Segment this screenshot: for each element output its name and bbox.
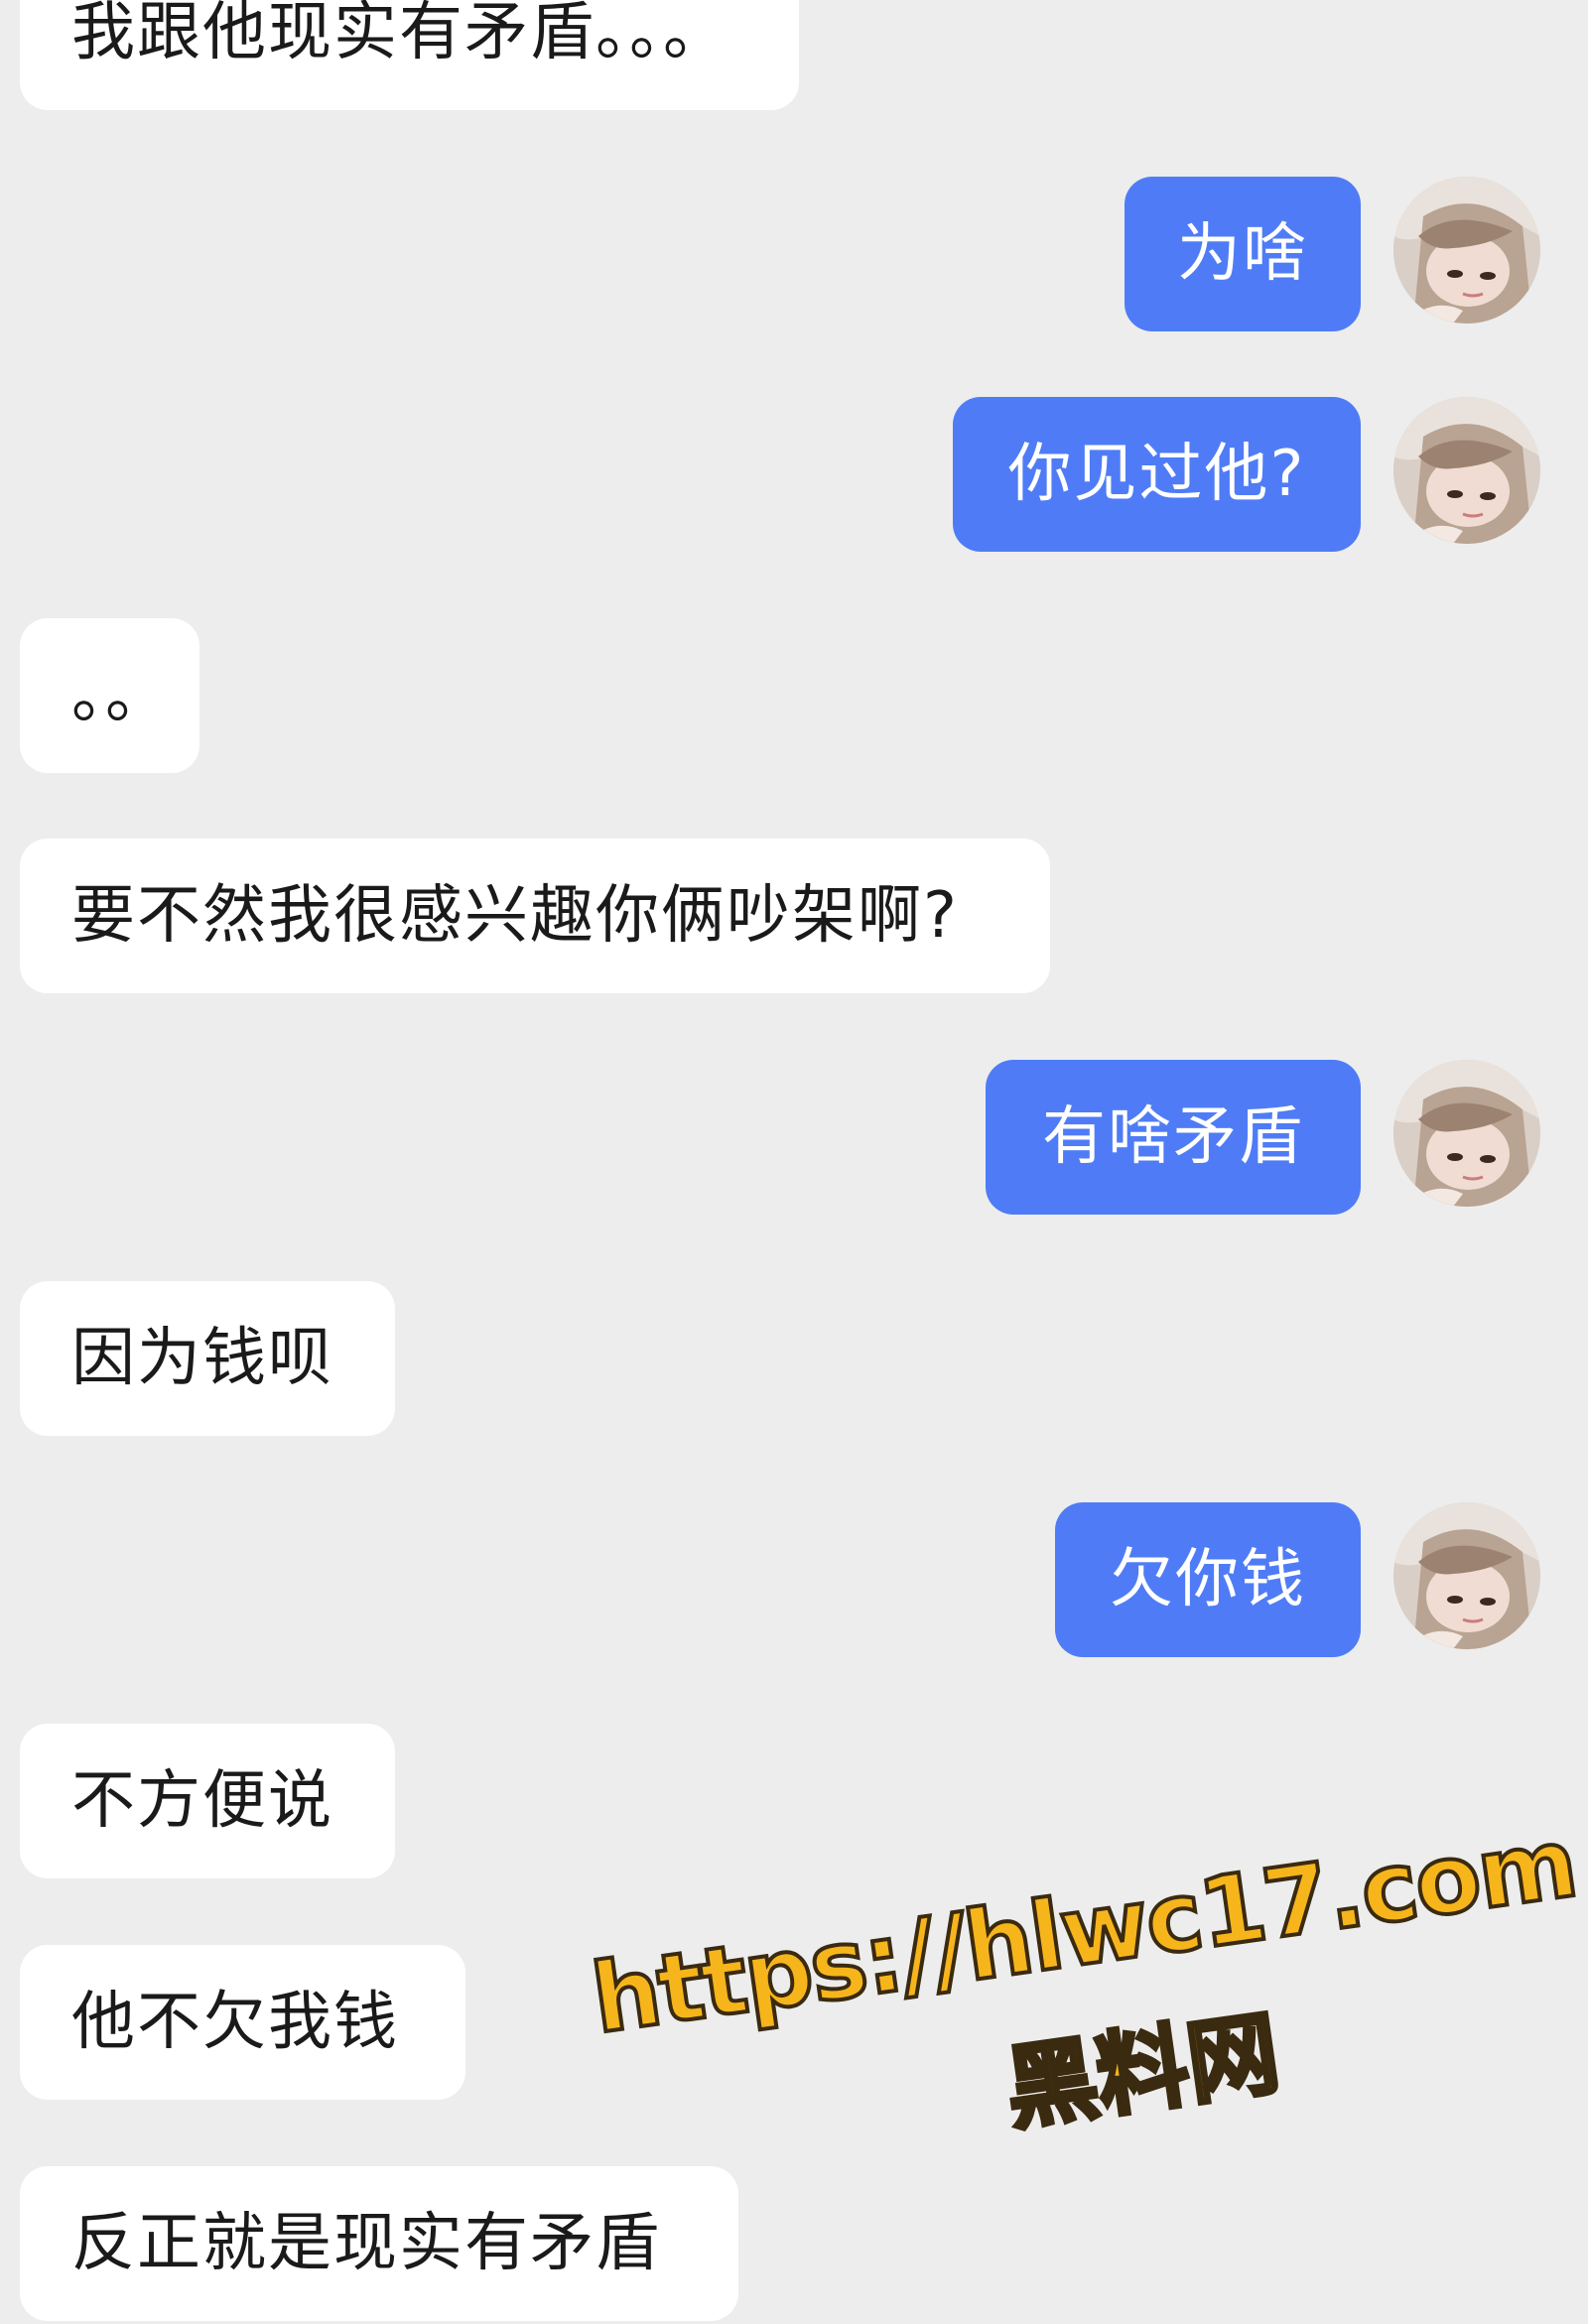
incoming-message-bubble[interactable]: 反正就是现实有矛盾	[20, 2166, 738, 2321]
message-text: 要不然我很感兴趣你俩吵架啊?	[71, 879, 959, 953]
outgoing-message-bubble[interactable]: 有啥矛盾	[986, 1060, 1361, 1215]
avatar-photo-icon	[1393, 397, 1540, 544]
message-text: 欠你钱	[1110, 1543, 1306, 1616]
avatar-photo-icon	[1393, 177, 1540, 323]
incoming-message-bubble[interactable]: 。。	[20, 618, 199, 773]
message-text: 因为钱呗	[71, 1322, 333, 1395]
user-avatar[interactable]	[1393, 177, 1540, 323]
message-text: 。。	[71, 659, 171, 732]
incoming-message-bubble[interactable]: 要不然我很感兴趣你俩吵架啊?	[20, 839, 1050, 993]
message-text: 为啥	[1177, 217, 1308, 291]
message-text: 你见过他?	[1007, 438, 1306, 511]
outgoing-message-bubble[interactable]: 欠你钱	[1055, 1502, 1361, 1657]
incoming-message-bubble[interactable]: 不方便说	[20, 1724, 395, 1878]
message-text: 他不欠我钱	[71, 1986, 399, 2059]
incoming-message-bubble[interactable]: 我跟他现实有矛盾。。。	[20, 0, 799, 110]
incoming-message-bubble[interactable]: 他不欠我钱	[20, 1945, 465, 2100]
user-avatar[interactable]	[1393, 1502, 1540, 1649]
outgoing-message-bubble[interactable]: 为啥	[1125, 177, 1361, 331]
incoming-message-bubble[interactable]: 因为钱呗	[20, 1281, 395, 1436]
message-text: 不方便说	[71, 1764, 333, 1838]
outgoing-message-bubble[interactable]: 你见过他?	[953, 397, 1361, 552]
user-avatar[interactable]	[1393, 1060, 1540, 1207]
user-avatar[interactable]	[1393, 397, 1540, 544]
message-text: 我跟他现实有矛盾。。。	[71, 0, 728, 69]
message-text: 反正就是现实有矛盾	[71, 2207, 661, 2280]
avatar-photo-icon	[1393, 1502, 1540, 1649]
message-text: 有啥矛盾	[1042, 1100, 1304, 1174]
chat-message-list[interactable]: 我跟他现实有矛盾。。。 为啥 你见过他? 。。 要不然我很感兴趣你俩吵架啊? 有…	[0, 0, 1588, 2324]
avatar-photo-icon	[1393, 1060, 1540, 1207]
